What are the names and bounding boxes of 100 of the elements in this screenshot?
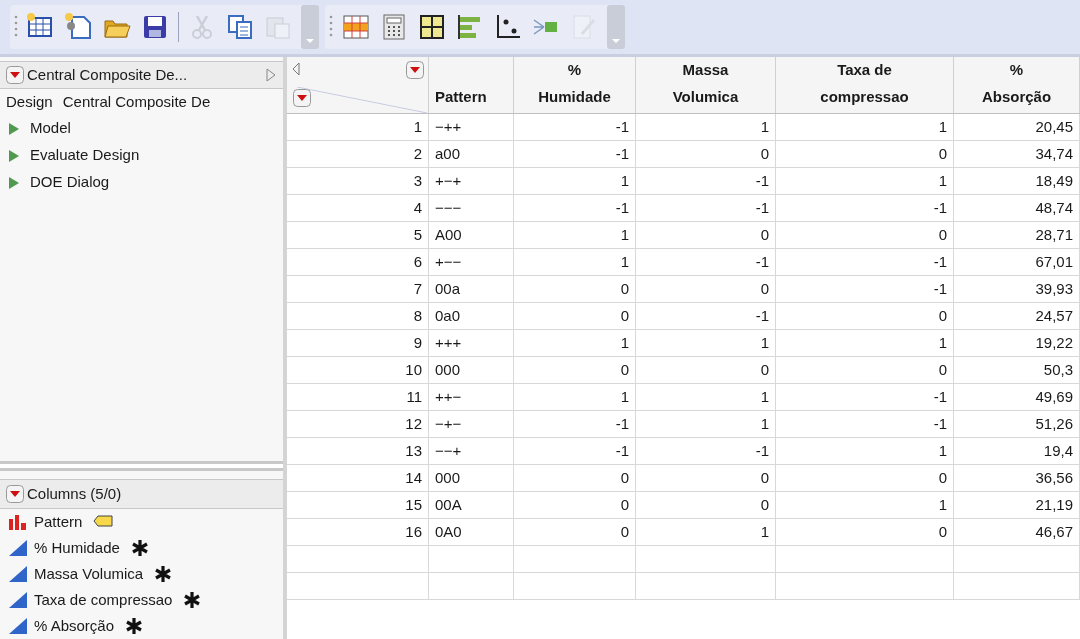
table-cell-text: -1 [933, 251, 947, 272]
table-cell-text: 19,22 [1035, 332, 1073, 353]
table-cell-text: 24,57 [1035, 305, 1073, 326]
table-cell-text: 00A [435, 494, 462, 515]
column-name[interactable]: % Absorção [34, 614, 115, 638]
table-cell-text: 46,67 [1035, 521, 1073, 542]
column-header[interactable]: Taxa de compressao [820, 56, 909, 110]
table-cell-text: 1 [620, 170, 629, 191]
table-cell-text: 1 [760, 386, 769, 407]
row-number: 15 [405, 494, 422, 515]
table-cell-text: +−− [435, 251, 462, 272]
table-cell-text: -1 [933, 278, 947, 299]
table-cell-text: 1 [760, 116, 769, 137]
table-cell-text: -1 [615, 440, 629, 461]
table-cell-text: -1 [755, 251, 769, 272]
table-cell-text: 1 [620, 332, 629, 353]
design-label: Design [6, 91, 53, 112]
panel-title: Columns (5/0) [27, 483, 122, 504]
row-number: 3 [413, 170, 422, 191]
column-header[interactable]: % Absorção [981, 56, 1052, 110]
column-header[interactable]: Pattern [435, 83, 487, 110]
table-cell-text: 20,45 [1035, 116, 1073, 137]
table-cell-text: 0 [938, 224, 947, 245]
table-cell-text: 0 [938, 143, 947, 164]
table-cell-text: 1 [938, 170, 947, 191]
column-header[interactable]: % Humidade [538, 56, 611, 110]
table-cell-text: 1 [620, 224, 629, 245]
dropdown-icon[interactable] [406, 61, 424, 79]
table-cell-text: -1 [755, 305, 769, 326]
table-cell-text: −−− [435, 197, 462, 218]
row-number: 9 [413, 332, 422, 353]
table-cell-text: 0 [620, 494, 629, 515]
row-number: 10 [405, 359, 422, 380]
table-cell-text: −+− [435, 413, 462, 434]
table-cell-text: -1 [933, 413, 947, 434]
row-number: 1 [413, 116, 422, 137]
table-cell-text: 0 [938, 467, 947, 488]
script-item[interactable]: Model [30, 117, 71, 140]
expand-icon[interactable] [265, 67, 277, 83]
column-name[interactable]: % Humidade [34, 536, 120, 560]
row-number: 14 [405, 467, 422, 488]
document-icon[interactable] [64, 12, 94, 42]
table-cell-text: 67,01 [1035, 251, 1073, 272]
row-number: 12 [405, 413, 422, 434]
table-cell-text: 49,69 [1035, 386, 1073, 407]
table-cell-text: +++ [435, 332, 462, 353]
table-cell-text: 1 [760, 413, 769, 434]
column-header[interactable]: Massa Volumica [672, 56, 739, 110]
triangle-icon [8, 591, 28, 609]
table-cell-text: 0 [938, 305, 947, 326]
table-cell-text: +−+ [435, 170, 462, 191]
table-cell-text: 1 [620, 386, 629, 407]
table-cell-text: 21,19 [1035, 494, 1073, 515]
row-number: 11 [406, 386, 422, 407]
dropdown-icon[interactable] [293, 89, 311, 107]
dropdown-icon[interactable] [6, 485, 24, 503]
table-cell-text: 1 [620, 251, 629, 272]
table-cell-text: 0 [760, 494, 769, 515]
table-cell-text: 0 [938, 521, 947, 542]
table-cell-text: 1 [938, 494, 947, 515]
panel-title: Central Composite De... [27, 64, 189, 85]
table-cell-text: 51,26 [1035, 413, 1073, 434]
row-number: 8 [413, 305, 422, 326]
table-cell-text: 0 [620, 305, 629, 326]
column-name[interactable]: Massa Volumica [34, 562, 144, 586]
column-name[interactable]: Pattern [34, 510, 83, 534]
script-item[interactable]: Evaluate Design [30, 144, 140, 167]
table-cell-text: 0 [938, 359, 947, 380]
table-cell-text: 48,74 [1035, 197, 1073, 218]
table-cell-text: −−+ [435, 440, 462, 461]
grid-icon[interactable] [417, 12, 447, 42]
table-cell-text: 1 [938, 116, 947, 137]
table-cell-text: -1 [755, 197, 769, 218]
row-number: 7 [413, 278, 422, 299]
script-item[interactable]: DOE Dialog [30, 171, 110, 194]
table-cell-text: 0 [760, 467, 769, 488]
table-icon[interactable] [341, 12, 371, 42]
design-value: Central Composite De [62, 91, 211, 112]
table-cell-text: -1 [615, 116, 629, 137]
table-cell-text: 1 [938, 440, 947, 461]
row-number: 16 [405, 521, 422, 542]
collapse-icon[interactable] [291, 61, 301, 77]
table-cell-text: -1 [933, 386, 947, 407]
table-cell-text: 0 [760, 359, 769, 380]
dropdown-icon[interactable] [6, 66, 24, 84]
table-cell-text: −++ [435, 116, 462, 137]
copy-icon[interactable] [225, 12, 255, 42]
table-cell-text: 00a [435, 278, 461, 299]
table-cell-text: 1 [760, 521, 769, 542]
expand-icon[interactable] [8, 175, 20, 190]
expand-icon[interactable] [8, 148, 20, 163]
table-cell-text: 0 [620, 467, 629, 488]
table-cell-text: 000 [435, 467, 461, 488]
row-number: 5 [413, 224, 422, 245]
table-cell-text: 1 [938, 332, 947, 353]
table-cell-text: -1 [615, 197, 629, 218]
expand-icon[interactable] [8, 121, 20, 136]
table-cell-text: 0 [620, 359, 629, 380]
table-cell-text: -1 [615, 413, 629, 434]
column-name[interactable]: Taxa de compressao [34, 588, 173, 612]
